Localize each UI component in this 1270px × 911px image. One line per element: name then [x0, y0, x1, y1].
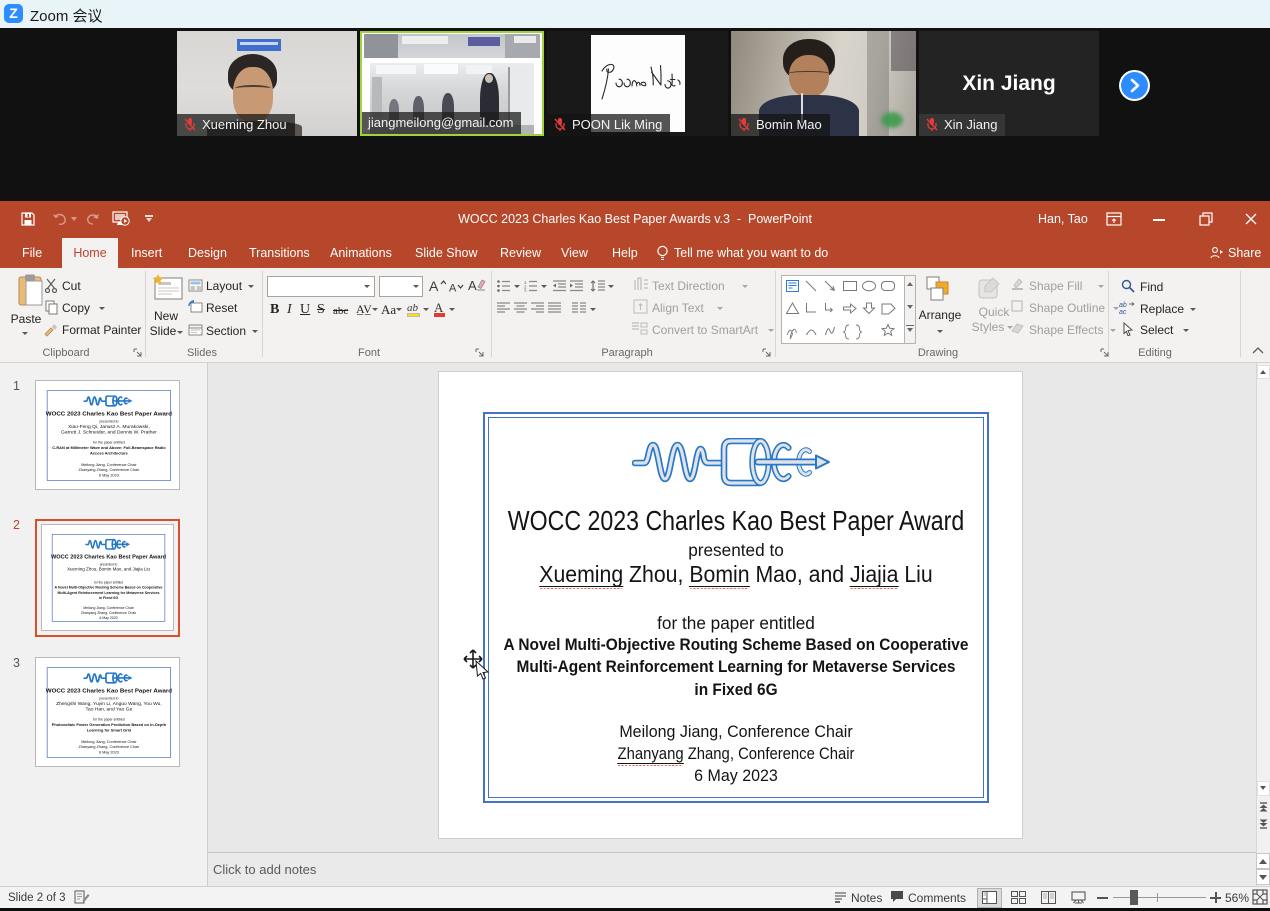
svg-text:3: 3 [524, 289, 527, 293]
svg-text:A: A [468, 278, 477, 293]
svg-text:A: A [429, 278, 439, 293]
svg-text:ac: ac [1119, 309, 1127, 314]
svg-text:ab: ab [1119, 302, 1127, 309]
svg-text:A: A [449, 283, 457, 294]
